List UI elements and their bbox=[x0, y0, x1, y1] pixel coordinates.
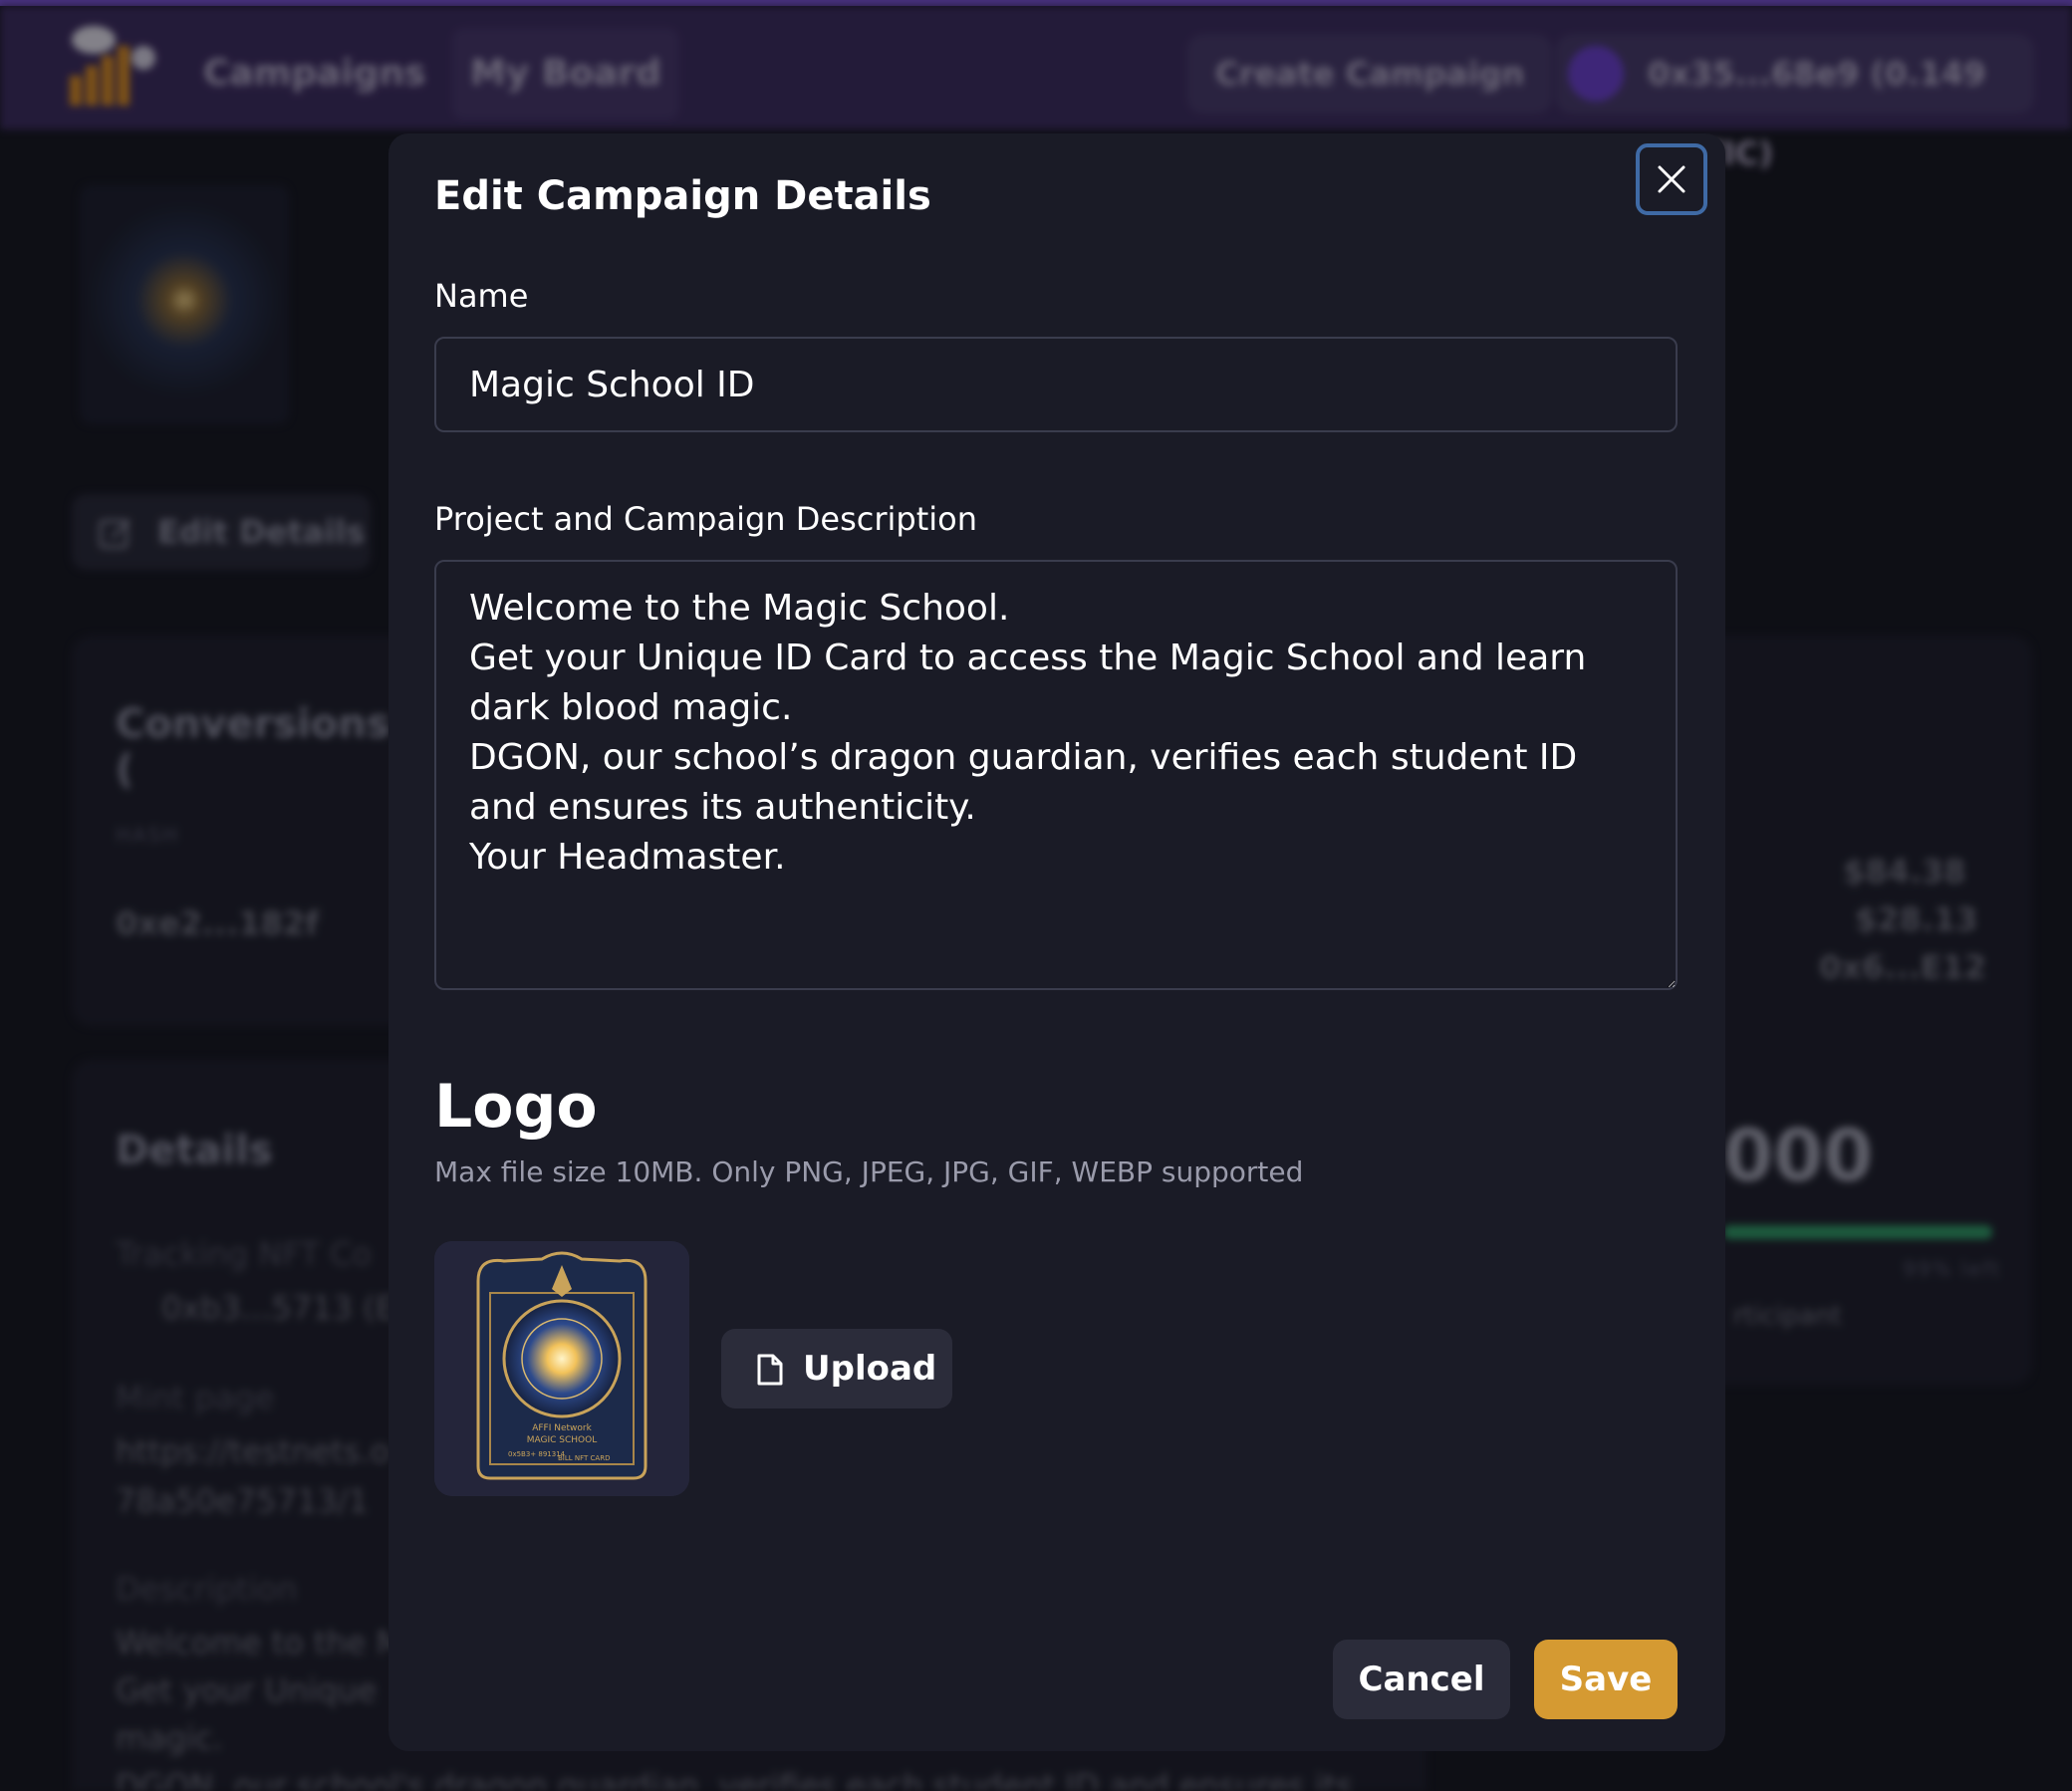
logo-file-note: Max file size 10MB. Only PNG, JPEG, JPG,… bbox=[434, 1155, 1304, 1188]
modal-title: Edit Campaign Details bbox=[434, 173, 931, 219]
file-icon bbox=[757, 1354, 783, 1386]
logo-preview-image: AFFI Network MAGIC SCHOOL 0x5B3+ 891314 … bbox=[434, 1241, 689, 1496]
logo-card-text: 0x5B3+ 891314 bbox=[508, 1450, 566, 1458]
name-label: Name bbox=[434, 277, 529, 315]
close-button[interactable] bbox=[1636, 143, 1707, 215]
name-input[interactable] bbox=[434, 337, 1678, 432]
description-label: Project and Campaign Description bbox=[434, 500, 977, 538]
close-icon bbox=[1658, 165, 1685, 193]
logo-card-text: MAGIC SCHOOL bbox=[527, 1435, 597, 1445]
logo-card-text: AFFI Network bbox=[532, 1423, 592, 1433]
save-button[interactable]: Save bbox=[1534, 1640, 1678, 1719]
edit-campaign-modal: Edit Campaign Details Name Project and C… bbox=[388, 133, 1725, 1751]
logo-heading: Logo bbox=[434, 1072, 598, 1142]
upload-label: Upload bbox=[803, 1349, 937, 1389]
cancel-button[interactable]: Cancel bbox=[1333, 1640, 1510, 1719]
description-textarea[interactable]: Welcome to the Magic School. Get your Un… bbox=[434, 560, 1678, 990]
logo-card-text: BILL NFT CARD bbox=[558, 1454, 610, 1462]
upload-button[interactable]: Upload bbox=[721, 1329, 952, 1408]
